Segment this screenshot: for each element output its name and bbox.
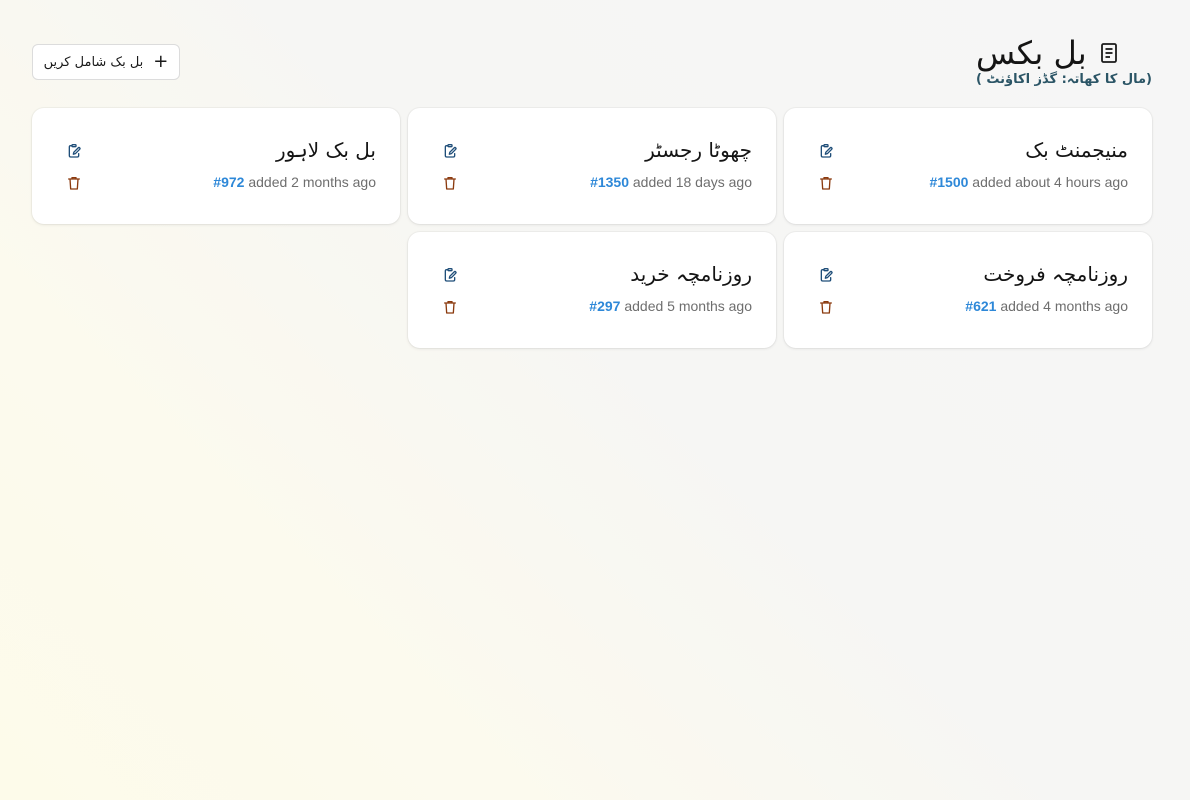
trash-icon: [444, 301, 456, 314]
edit-icon: [820, 268, 833, 282]
card-added: added 5 months ago: [624, 298, 752, 314]
card-title: روزنامچہ خرید: [630, 262, 752, 286]
card-id: #297: [589, 298, 621, 314]
edit-icon: [68, 144, 81, 158]
edit-button[interactable]: [440, 265, 460, 285]
card-id: #621: [965, 298, 997, 314]
card-title: چھوٹا رجسٹر: [645, 138, 752, 162]
card-meta: #1500 added about 4 hours ago: [929, 174, 1128, 190]
delete-button[interactable]: [440, 297, 460, 317]
card-title: روزنامچہ فروخت: [983, 262, 1128, 286]
card-added: added 2 months ago: [248, 174, 376, 190]
card-meta: #297 added 5 months ago: [589, 298, 752, 314]
delete-button[interactable]: [64, 173, 84, 193]
bill-book-grid: منیجمنٹ بک #1500 added about 4 hours ago…: [32, 108, 1152, 348]
document-icon: [1097, 41, 1121, 65]
add-bill-book-button[interactable]: + بل بک شامل کریں: [32, 44, 180, 80]
bill-book-card[interactable]: بل بک لاہور #972 added 2 months ago: [32, 108, 400, 224]
delete-button[interactable]: [816, 173, 836, 193]
delete-button[interactable]: [440, 173, 460, 193]
card-added: added 4 months ago: [1000, 298, 1128, 314]
edit-icon: [820, 144, 833, 158]
card-id: #972: [213, 174, 245, 190]
card-meta: #972 added 2 months ago: [213, 174, 376, 190]
page-header: بل بکس (مال کا کھاتہ: گڈز اکاؤنٹ ): [976, 34, 1152, 87]
edit-button[interactable]: [816, 265, 836, 285]
bill-book-card[interactable]: روزنامچہ خرید #297 added 5 months ago: [408, 232, 776, 348]
trash-icon: [444, 177, 456, 190]
plus-icon: +: [153, 51, 169, 72]
edit-button[interactable]: [440, 141, 460, 161]
delete-button[interactable]: [816, 297, 836, 317]
edit-button[interactable]: [64, 141, 84, 161]
page-title: بل بکس: [975, 34, 1087, 72]
bill-book-card[interactable]: منیجمنٹ بک #1500 added about 4 hours ago: [784, 108, 1152, 224]
card-id: #1350: [590, 174, 629, 190]
card-id: #1500: [929, 174, 969, 190]
card-meta: #1350 added 18 days ago: [590, 174, 752, 190]
edit-button[interactable]: [816, 141, 836, 161]
card-title: بل بک لاہور: [275, 138, 376, 162]
edit-icon: [444, 268, 457, 282]
card-added: added about 4 hours ago: [972, 174, 1128, 190]
card-added: added 18 days ago: [632, 174, 752, 190]
page-subtitle: (مال کا کھاتہ: گڈز اکاؤنٹ ): [975, 72, 1152, 87]
add-bill-book-label: بل بک شامل کریں: [43, 54, 144, 70]
trash-icon: [820, 301, 832, 314]
title-row: بل بکس: [976, 34, 1121, 72]
bill-book-card[interactable]: چھوٹا رجسٹر #1350 added 18 days ago: [408, 108, 776, 224]
edit-icon: [444, 144, 457, 158]
trash-icon: [68, 177, 80, 190]
trash-icon: [820, 177, 832, 190]
card-meta: #621 added 4 months ago: [965, 298, 1128, 314]
card-title: منیجمنٹ بک: [1025, 138, 1128, 162]
bill-book-card[interactable]: روزنامچہ فروخت #621 added 4 months ago: [784, 232, 1152, 348]
